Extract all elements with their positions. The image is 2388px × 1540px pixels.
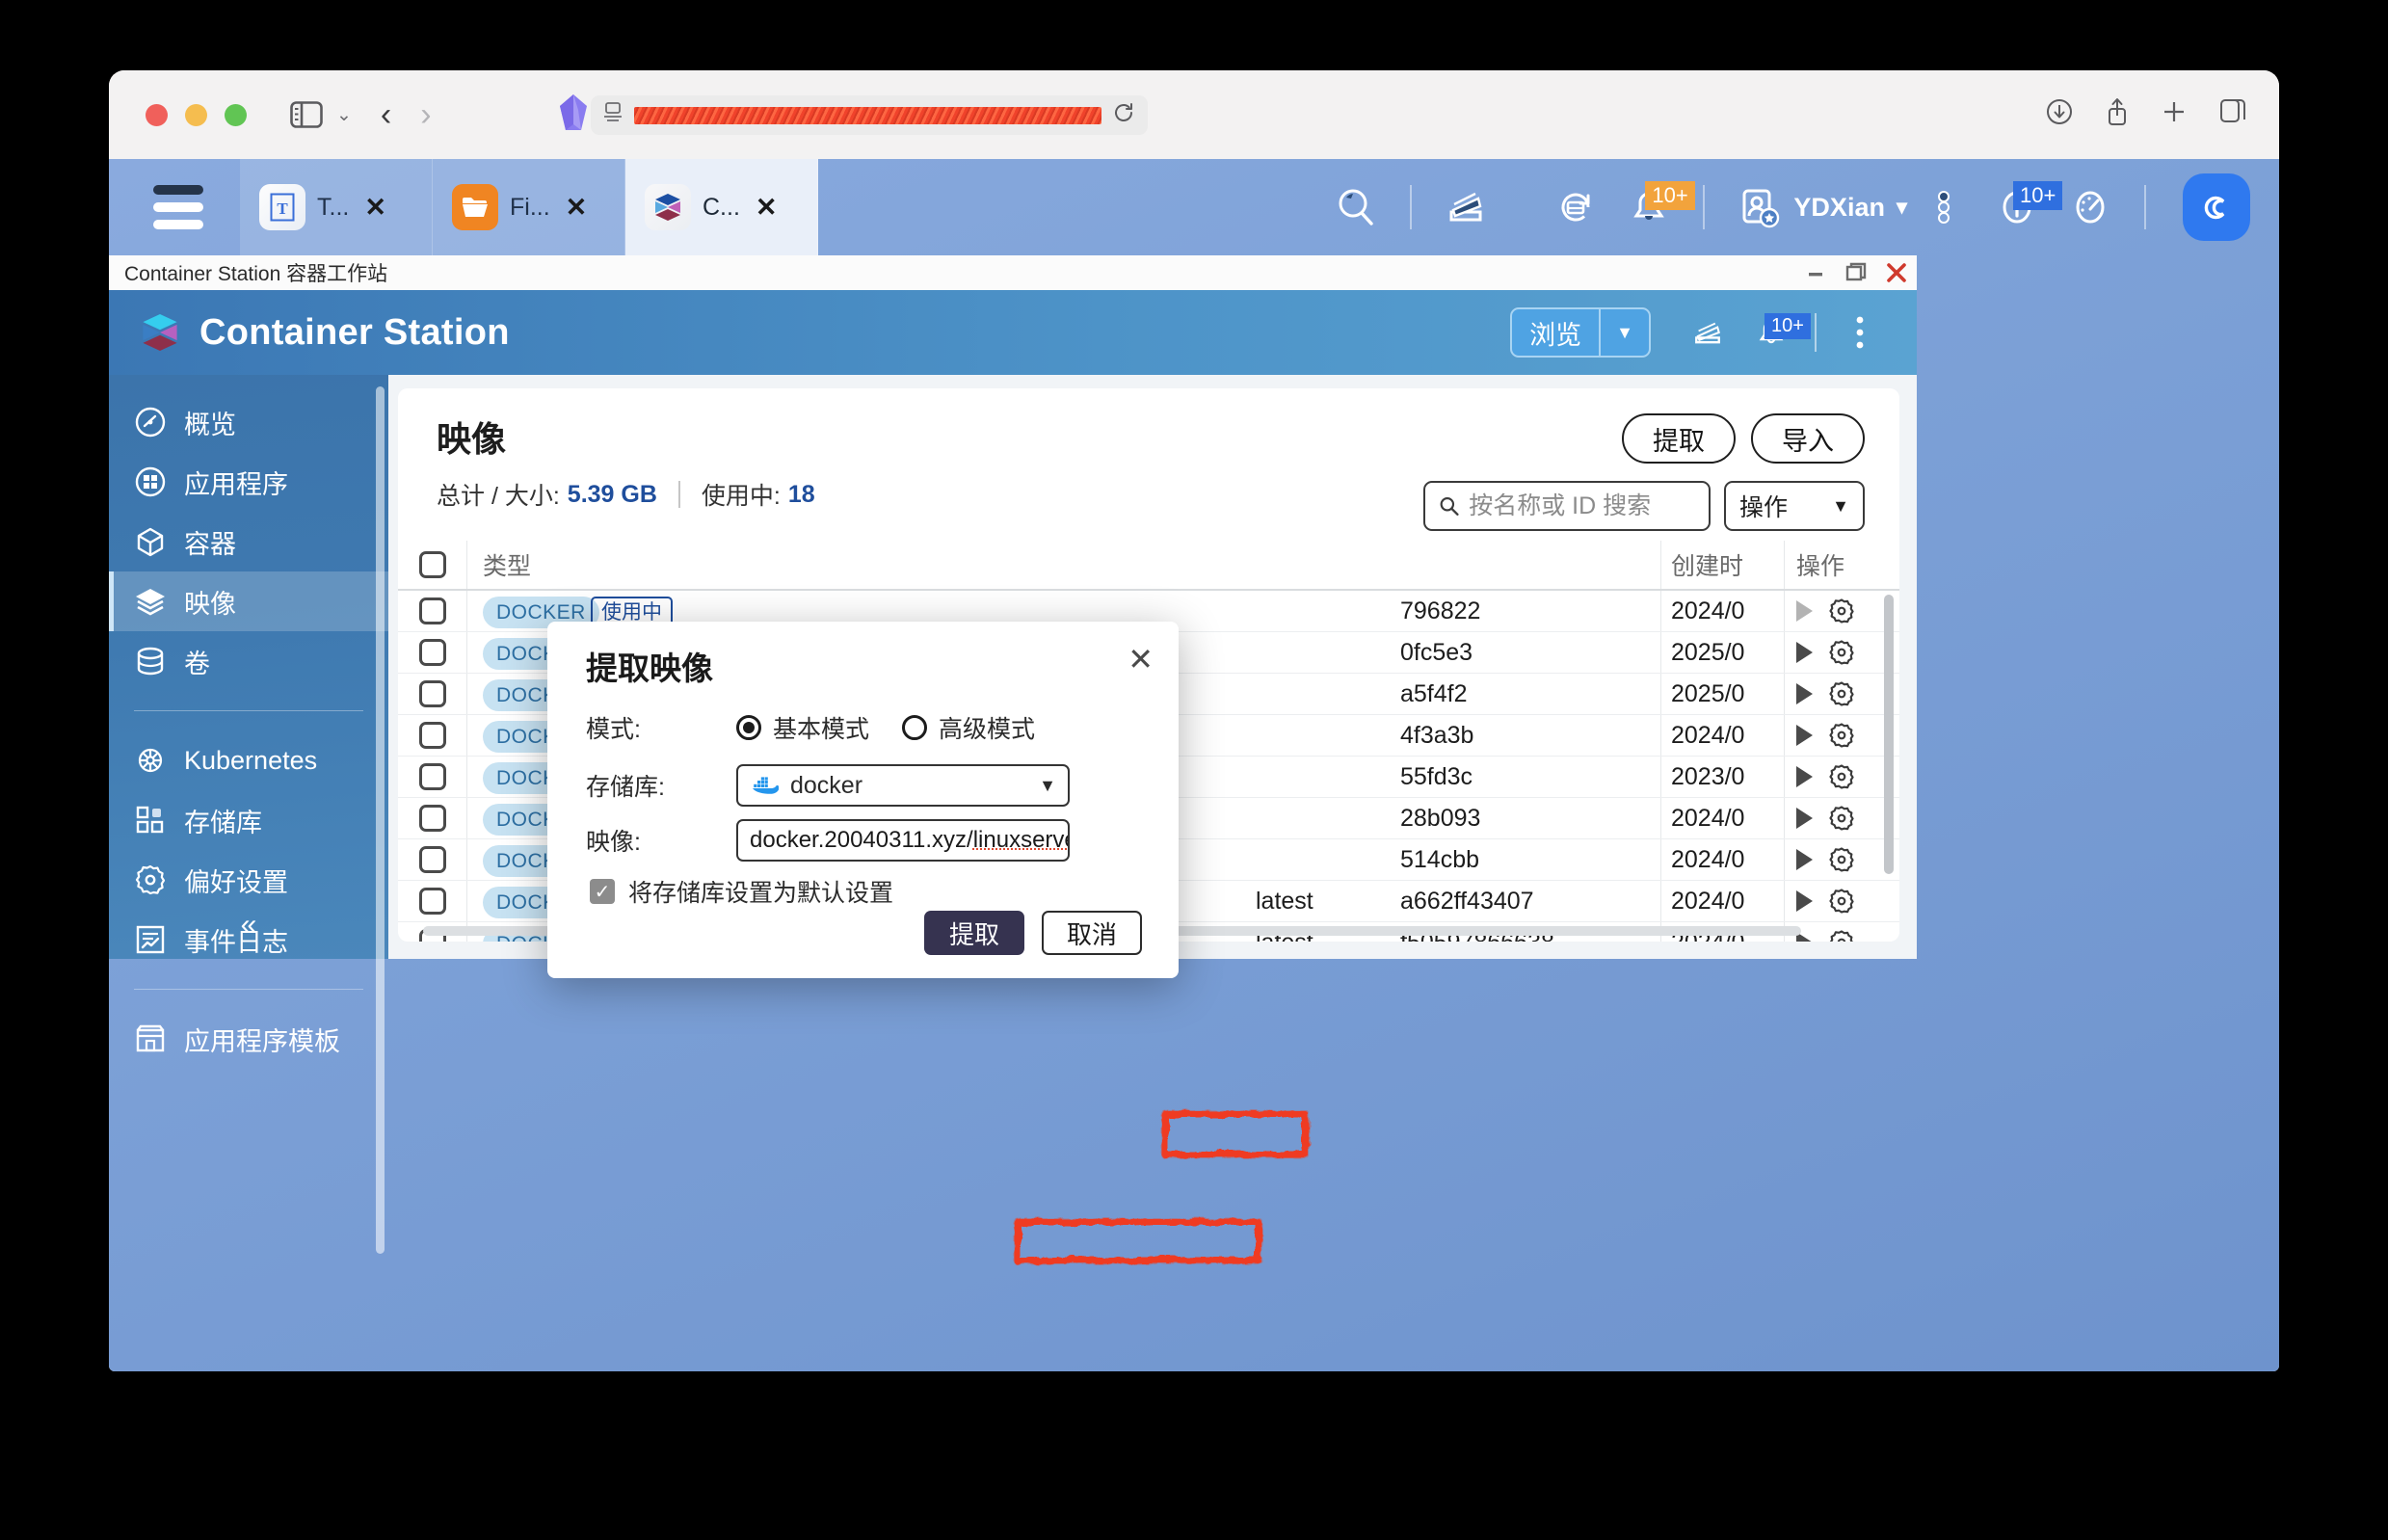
radio-advanced-mode[interactable]: 高级模式 bbox=[902, 710, 1035, 745]
qts-taskbar: T T... ✕ Fi... ✕ C... ✕ 10+ YDXian ▾ 10+ bbox=[109, 159, 2279, 255]
fullscreen-window-button[interactable] bbox=[225, 103, 247, 126]
url-text-redacted bbox=[634, 106, 1101, 124]
search-icon[interactable] bbox=[1319, 185, 1393, 229]
safari-toolbar: ⌄ ‹ › bbox=[109, 70, 2279, 159]
new-tab-icon[interactable] bbox=[2162, 99, 2187, 124]
notes-icon: T bbox=[259, 184, 305, 230]
user-avatar-icon bbox=[1742, 189, 1780, 228]
notification-bell-icon[interactable]: 10+ bbox=[1612, 181, 1695, 229]
sidebar-item-label: 应用程序模板 bbox=[184, 1026, 340, 1056]
docker-whale-icon bbox=[753, 777, 779, 794]
dialog-footer: 提取 取消 bbox=[924, 911, 1142, 955]
dialog-cancel-button[interactable]: 取消 bbox=[1042, 911, 1142, 955]
radio-label: 基本模式 bbox=[773, 716, 870, 743]
sidebar-divider-2 bbox=[134, 989, 363, 990]
qts-tab-strip: T T... ✕ Fi... ✕ C... ✕ bbox=[240, 159, 818, 255]
modal-overlay: 提取映像 ✕ 模式: 基本模式 高级模式 存储库: docker ▼ 映像: d… bbox=[109, 255, 1917, 1263]
sidebar-toggle-icon[interactable] bbox=[290, 101, 323, 128]
image-input[interactable]: docker.20040311.xyz/linuxserver/emby bbox=[736, 819, 1070, 862]
container-station-window: Container Station 容器工作站 Container Statio… bbox=[109, 255, 1917, 1263]
forward-icon[interactable]: › bbox=[420, 96, 431, 134]
back-icon[interactable]: ‹ bbox=[381, 96, 391, 134]
qnap-cloud-icon[interactable] bbox=[2183, 173, 2250, 241]
dialog-confirm-button[interactable]: 提取 bbox=[924, 911, 1024, 955]
qts-main-menu-button[interactable] bbox=[153, 185, 203, 229]
safari-browser-window: ⌄ ‹ › T T... ✕ Fi... ✕ C... ✕ 10+ YDXian… bbox=[109, 70, 2279, 1371]
reload-icon[interactable] bbox=[1113, 102, 1134, 128]
default-checkbox-highlight bbox=[1015, 1219, 1261, 1263]
close-icon[interactable]: ✕ bbox=[1128, 641, 1154, 677]
radio-button[interactable] bbox=[902, 715, 928, 740]
repository-dropdown[interactable]: docker ▼ bbox=[736, 764, 1070, 807]
repository-value: docker bbox=[790, 771, 863, 799]
sync-icon[interactable] bbox=[1539, 185, 1612, 229]
image-value-prefix: docker.20040311.xyz/ bbox=[750, 827, 973, 853]
minimize-window-button[interactable] bbox=[185, 103, 207, 126]
radio-basic-mode[interactable]: 基本模式 bbox=[736, 710, 869, 745]
close-window-button[interactable] bbox=[146, 103, 168, 126]
qts-tab-label: Fi... bbox=[510, 193, 550, 221]
image-row: 映像: docker.20040311.xyz/linuxserver/emby bbox=[586, 819, 1070, 862]
info-icon[interactable]: 10+ bbox=[1980, 181, 2063, 229]
user-menu[interactable]: YDXian ▾ bbox=[1736, 184, 1907, 230]
repository-row: 存储库: docker ▼ bbox=[586, 764, 1070, 807]
obsidian-icon bbox=[557, 93, 590, 137]
tab-overview-icon[interactable] bbox=[2219, 98, 2246, 125]
chevron-down-icon[interactable]: ▾ bbox=[1897, 195, 1907, 220]
qts-tab-container-station[interactable]: C... ✕ bbox=[625, 159, 818, 255]
repository-label: 存储库: bbox=[586, 774, 665, 801]
radio-button[interactable] bbox=[736, 715, 761, 740]
mode-row: 模式: 基本模式 高级模式 bbox=[586, 710, 1068, 745]
sidebar-item-app-templates[interactable]: 应用程序模板 bbox=[109, 1009, 388, 1069]
reader-view-icon[interactable] bbox=[603, 102, 623, 128]
more-options-icon[interactable] bbox=[1907, 185, 1980, 229]
dialog-title: 提取映像 bbox=[586, 651, 713, 686]
qts-desktop: T T... ✕ Fi... ✕ C... ✕ 10+ YDXian ▾ 10+… bbox=[109, 159, 2279, 1371]
qts-tab-label: C... bbox=[703, 193, 740, 221]
close-icon[interactable]: ✕ bbox=[364, 193, 386, 223]
chevron-down-icon[interactable]: ⌄ bbox=[336, 104, 352, 126]
mode-label: 模式: bbox=[586, 716, 641, 743]
notification-badge: 10+ bbox=[1645, 181, 1695, 210]
app-template-icon bbox=[136, 1024, 165, 1052]
set-default-checkbox[interactable]: ✓ bbox=[590, 879, 615, 904]
set-default-repository-row[interactable]: ✓ 将存储库设置为默认设置 bbox=[590, 874, 893, 909]
dashboard-icon[interactable] bbox=[2054, 185, 2127, 229]
downloads-icon[interactable] bbox=[2046, 98, 2073, 125]
image-value-part1: linuxserver bbox=[972, 827, 1068, 853]
close-icon[interactable]: ✕ bbox=[566, 193, 588, 223]
address-bar[interactable] bbox=[591, 95, 1148, 135]
qts-tab-file-station[interactable]: Fi... ✕ bbox=[433, 159, 625, 255]
container-station-icon bbox=[645, 184, 691, 230]
repository-value-highlight bbox=[1162, 1111, 1309, 1157]
pull-image-dialog: 提取映像 ✕ 模式: 基本模式 高级模式 存储库: docker ▼ 映像: d… bbox=[547, 622, 1309, 1263]
image-label: 映像: bbox=[586, 829, 641, 856]
qts-tab-label: T... bbox=[317, 193, 350, 221]
share-icon[interactable] bbox=[2106, 97, 2129, 126]
file-station-icon bbox=[452, 184, 498, 230]
set-default-label: 将存储库设置为默认设置 bbox=[628, 880, 894, 907]
radio-label: 高级模式 bbox=[939, 716, 1036, 743]
backup-icon[interactable] bbox=[1429, 185, 1502, 229]
window-traffic-lights bbox=[146, 103, 247, 126]
close-icon[interactable]: ✕ bbox=[756, 193, 778, 223]
chevron-down-icon[interactable]: ▼ bbox=[1039, 776, 1056, 796]
svg-text:T: T bbox=[277, 199, 288, 218]
qts-tab-notes[interactable]: T T... ✕ bbox=[240, 159, 433, 255]
safari-right-toolbar bbox=[2046, 97, 2246, 126]
qts-taskbar-tools: 10+ YDXian ▾ 10+ bbox=[1319, 173, 2250, 241]
user-name: YDXian bbox=[1793, 192, 1885, 222]
